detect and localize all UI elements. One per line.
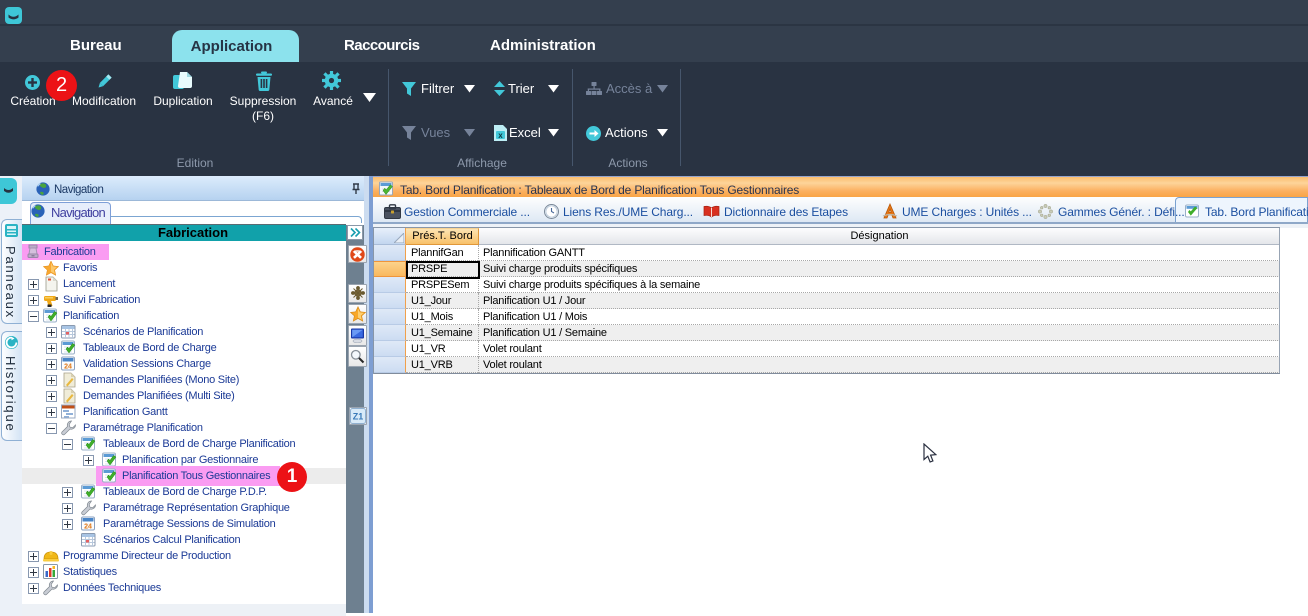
svg-text:24: 24 (64, 364, 72, 371)
svg-text:x: x (498, 131, 503, 140)
svg-text:24: 24 (84, 524, 92, 531)
svg-text:Z1: Z1 (353, 412, 364, 422)
